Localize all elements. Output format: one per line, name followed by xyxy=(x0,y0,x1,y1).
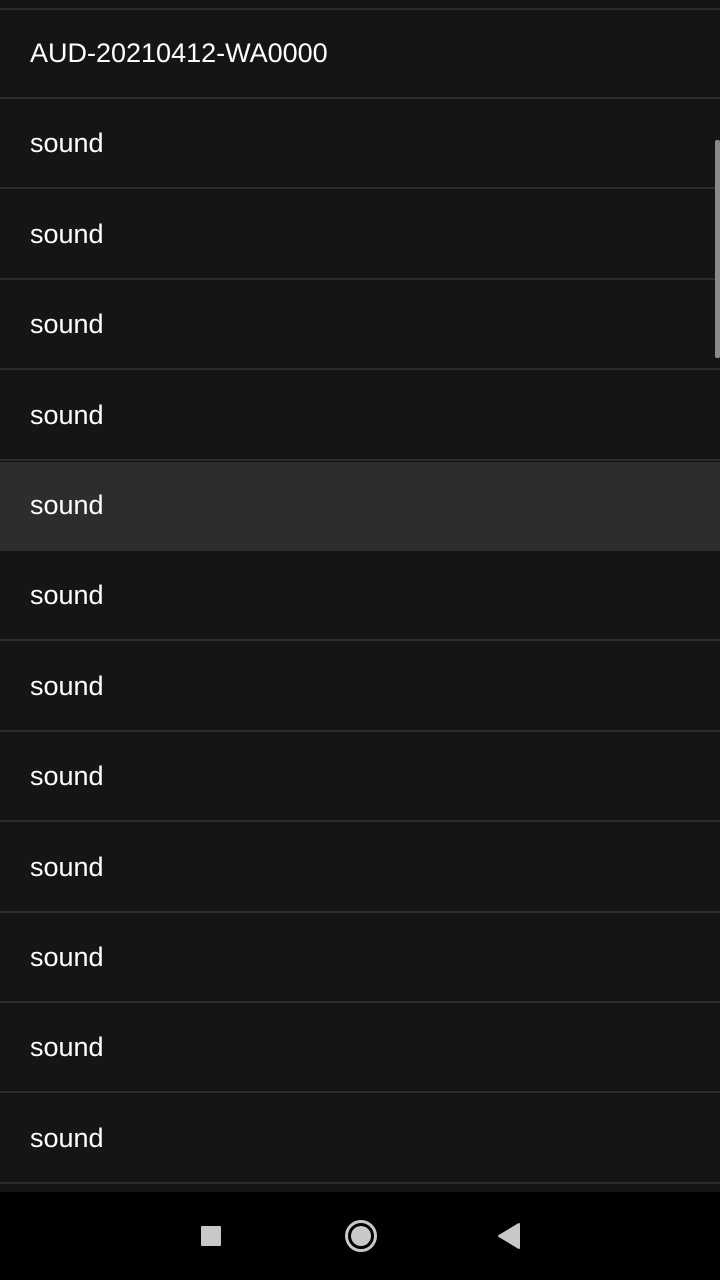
back-button[interactable] xyxy=(459,1192,559,1280)
list-item-selected[interactable]: sound xyxy=(0,462,720,551)
list-item-label: sound xyxy=(30,128,104,158)
home-button[interactable] xyxy=(311,1192,411,1280)
list-item[interactable]: sound xyxy=(0,914,720,1003)
navigation-bar xyxy=(0,1192,720,1280)
list-item[interactable]: sound xyxy=(0,100,720,189)
list-item[interactable]: sound xyxy=(0,1095,720,1184)
list-item[interactable]: sound xyxy=(0,552,720,641)
list-item[interactable]: AUD-20210412-WA0000 xyxy=(0,10,720,99)
list-item[interactable]: sound xyxy=(0,191,720,280)
list-item[interactable]: sound xyxy=(0,643,720,732)
recents-button[interactable] xyxy=(161,1192,261,1280)
list-item[interactable]: sound xyxy=(0,824,720,913)
circle-icon xyxy=(345,1220,377,1252)
scrollbar-thumb[interactable] xyxy=(715,140,720,358)
list-item[interactable]: sound xyxy=(0,281,720,370)
list-item-label: sound xyxy=(30,1032,104,1062)
circle-dot xyxy=(351,1226,371,1246)
list-item-label: sound xyxy=(30,490,104,520)
square-icon xyxy=(201,1226,221,1246)
list-item-label: sound xyxy=(30,1123,104,1153)
triangle-back-icon xyxy=(498,1223,520,1249)
list-item-label: sound xyxy=(30,400,104,430)
list-item-label: sound xyxy=(30,309,104,339)
list-item-label: sound xyxy=(30,580,104,610)
sound-list[interactable]: AUD-20210412-WA0000 sound sound sound so… xyxy=(0,0,720,1192)
list-item-label: sound xyxy=(30,761,104,791)
list-item-label: AUD-20210412-WA0000 xyxy=(30,38,328,68)
list-item[interactable]: sound xyxy=(0,1004,720,1093)
list-item-label: sound xyxy=(30,942,104,972)
list-item[interactable]: sound xyxy=(0,372,720,461)
list-item-label: sound xyxy=(30,671,104,701)
screen: AUD-20210412-WA0000 sound sound sound so… xyxy=(0,0,720,1280)
list-item-label: sound xyxy=(30,852,104,882)
list-item[interactable]: sound xyxy=(0,733,720,822)
list-item-label: sound xyxy=(30,219,104,249)
